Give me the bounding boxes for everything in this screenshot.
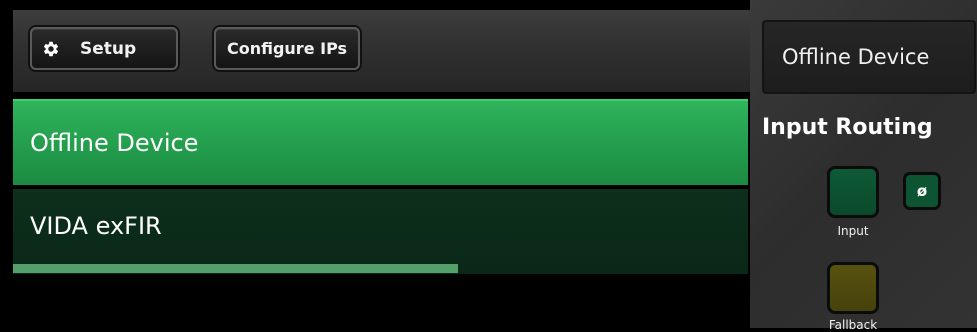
device-selector[interactable]: Offline Device <box>762 20 976 94</box>
device-selector-value: Offline Device <box>782 45 930 69</box>
configure-ips-button-label: Configure IPs <box>226 39 348 58</box>
device-progress-bar <box>13 264 748 273</box>
device-row-offline-device[interactable]: Offline Device <box>13 99 748 185</box>
device-progress-fill <box>13 264 458 273</box>
setup-button[interactable]: Setup <box>30 27 178 70</box>
fallback-route-button[interactable] <box>827 262 879 314</box>
phase-invert-label: ø <box>916 182 928 200</box>
device-name: VIDA exFIR <box>30 211 162 240</box>
input-route-label: Input <box>837 224 869 238</box>
device-panel: Setup Configure IPs Offline Device VIDA … <box>0 0 750 328</box>
phase-invert-button[interactable]: ø <box>903 172 941 210</box>
setup-button-label: Setup <box>80 38 137 59</box>
input-route-button[interactable] <box>827 166 879 218</box>
fallback-route-label: Fallback <box>828 318 878 332</box>
input-routing-title: Input Routing <box>762 115 933 140</box>
configure-ips-button[interactable]: Configure IPs <box>214 27 360 70</box>
routing-panel: Offline Device Input Routing ø Input Fal… <box>750 0 977 332</box>
gear-icon <box>43 41 59 56</box>
device-name: Offline Device <box>30 129 199 157</box>
device-row-vida-exfir[interactable]: VIDA exFIR <box>13 189 748 274</box>
